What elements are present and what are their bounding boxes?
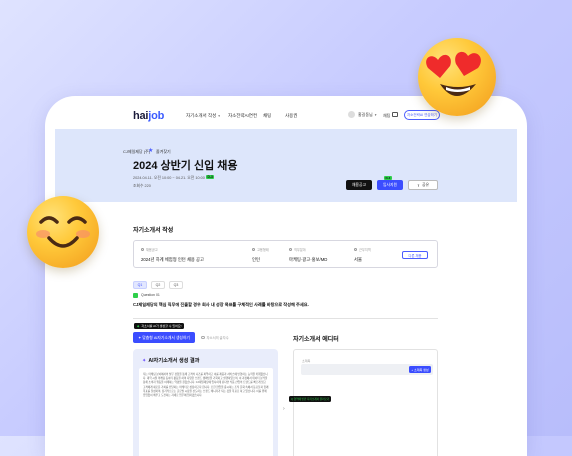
question-icon <box>133 293 138 298</box>
info-icon <box>201 335 205 340</box>
sparkle-icon: ✦ <box>142 358 147 364</box>
share-icon: ⇪ <box>416 183 421 188</box>
spark-icon: ◆ <box>137 324 140 328</box>
share-button[interactable]: ⇪ 공유 <box>408 180 438 190</box>
smiling-face-emoji-icon <box>27 196 99 268</box>
divider <box>133 318 438 319</box>
create-subtitle-button[interactable]: + 소제목 생성 <box>409 366 431 373</box>
nav-item-pricing[interactable]: 사용권 <box>285 113 297 119</box>
heart-eyes-face <box>426 51 481 96</box>
question-text: CJ제일제당의 핵심 직무에 진출할 경우 회사 내 성장 목표를 구체적인 사… <box>133 302 309 307</box>
info-icon <box>141 248 144 251</box>
generate-ai-cover-letter-button[interactable]: ✦ 맞춤형 AI자기소개서 생성하기 <box>133 332 195 343</box>
question-tabs: Q1 Q2 Q3 <box>133 281 183 289</box>
tab-q3[interactable]: Q3 <box>169 281 183 289</box>
tab-q1[interactable]: Q1 <box>133 281 147 289</box>
apply-button[interactable]: 입사지원 <box>377 180 403 190</box>
user-menu[interactable]: 홍길동님 ▾ <box>348 111 377 118</box>
tab-q2[interactable]: Q2 <box>151 281 165 289</box>
avatar <box>348 111 355 118</box>
chevron-down-icon: ▾ <box>374 112 377 117</box>
posting-info-card: 채용공고 2024년 하계 체험형 인턴 채용 공고 고용형태 인턴 직무분야 … <box>133 240 438 268</box>
nav-item-cover-letter[interactable]: 자기소개서 작성 ▾ <box>186 113 220 119</box>
chevron-right-icon[interactable]: › <box>283 406 285 412</box>
editor-title: 자기소개서 에디터 <box>293 337 339 343</box>
ai-result-text: 저는 마케팅 분야에서의 실무 경험을 통해 고객의 니즈를 파악하고 이를 제… <box>143 373 269 398</box>
question-label: Question 01 <box>141 293 160 297</box>
job-banner <box>55 129 517 202</box>
change-posting-button[interactable]: 다른 채용 <box>402 251 428 259</box>
message-icon[interactable] <box>392 112 398 117</box>
application-period: 2024.04.11. 오전 10:00 ~ 04.21. 오전 10:00 <box>133 176 205 180</box>
nav-item-ai-strategy[interactable]: 자소전략AI연컨 <box>228 113 257 119</box>
posting-info-type: 고용형태 인턴 <box>252 248 269 262</box>
heart-eyes-emoji-icon <box>418 38 496 116</box>
info-icon <box>252 248 255 251</box>
section-title: 자기소개서 작성 <box>133 228 174 234</box>
length-note: 자소서의 글자수 <box>201 335 229 340</box>
view-count: 조회수 220 <box>133 184 151 188</box>
smiling-face <box>36 216 90 248</box>
ai-tooltip: ◆ 자소서를 AI가 생성할 수 있어요! <box>134 323 185 329</box>
app-window: haijob 자기소개서 작성 ▾ 자소전략AI연컨 채팅 사용권 홍길동님 ▾ 채… <box>45 96 527 456</box>
info-icon <box>289 248 292 251</box>
favorite-label[interactable]: 즐겨찾기 <box>156 149 171 155</box>
ai-result-title: ✦ AI자기소개서 생성 결과 <box>142 358 200 364</box>
nav-item-chat[interactable]: 채팅 <box>263 113 271 119</box>
posting-info-location: 근무지역 서울 <box>354 248 371 262</box>
load-tooltip: Q 영역에 빈칸 자기소개서 불러오기 <box>289 396 332 402</box>
page-title: 2024 상반기 신입 채용 <box>133 160 238 172</box>
chevron-down-icon: ▾ <box>218 114 220 118</box>
dday-badge: D-3 <box>206 175 215 179</box>
job-notice-button[interactable]: 채용공고 <box>346 180 372 190</box>
star-icon[interactable]: ★ <box>148 147 153 154</box>
posting-info-title: 채용공고 2024년 하계 체험형 인턴 채용 공고 <box>141 248 204 262</box>
company-name: CJ제일제당 (주) <box>123 149 151 154</box>
posting-info-field: 직무분야 마케팅·광고·홍보/MD <box>289 248 328 262</box>
logo[interactable]: haijob <box>133 110 164 122</box>
chat-link[interactable]: 채팅 <box>383 113 390 119</box>
editor-subtitle-label: 소제목 <box>302 359 311 363</box>
location-icon <box>354 248 357 251</box>
